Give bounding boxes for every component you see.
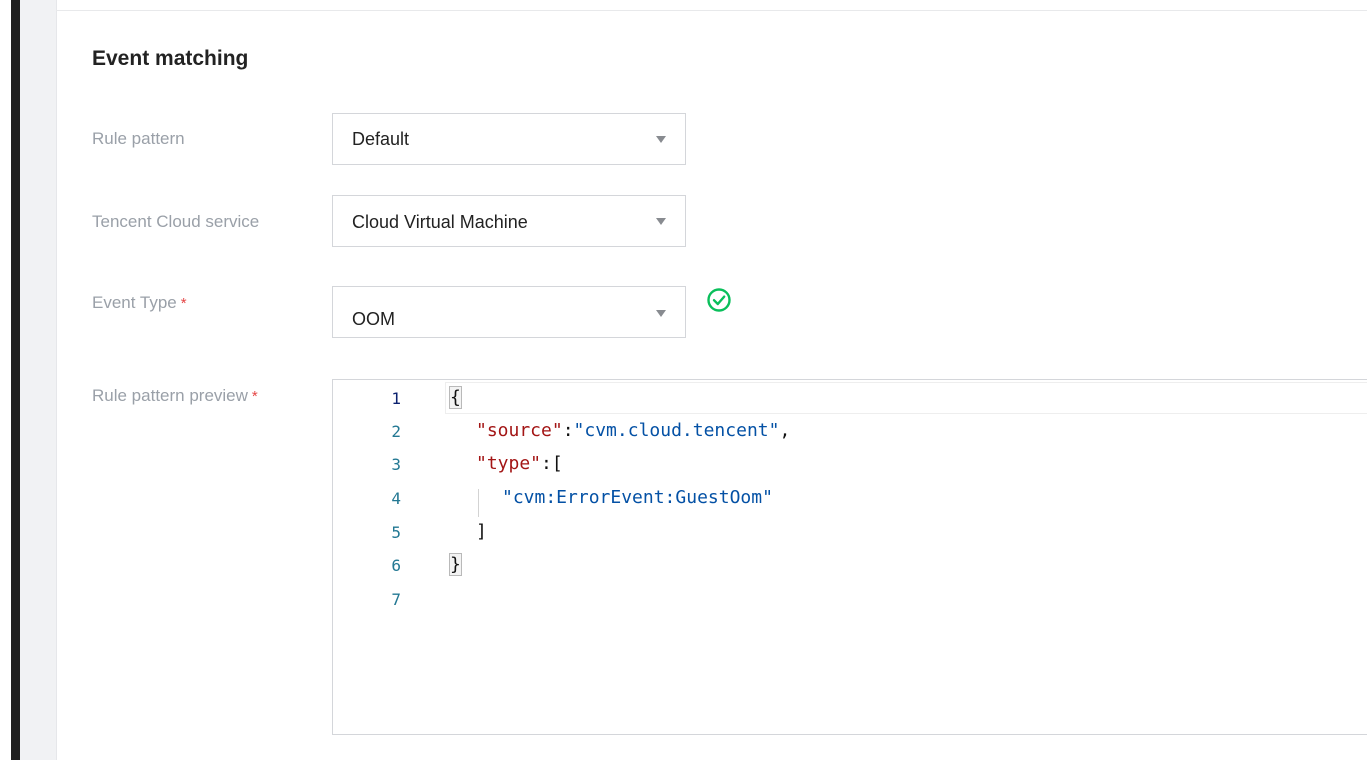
code-line: 7 <box>333 585 1367 618</box>
code-text: ] <box>476 521 487 542</box>
event-type-select[interactable]: OOM <box>332 286 686 338</box>
chevron-down-icon <box>656 310 666 317</box>
code-text: { <box>449 386 462 409</box>
code-text: "type":[ <box>476 453 563 474</box>
line-number: 6 <box>391 556 401 575</box>
event-type-value: OOM <box>352 309 395 329</box>
left-edge-bar <box>11 0 20 760</box>
required-mark: * <box>251 388 258 405</box>
rule-pattern-label: Rule pattern <box>92 129 185 149</box>
close-bracket: ] <box>476 521 487 542</box>
json-string: "cvm.cloud.tencent" <box>573 420 780 441</box>
code-text: } <box>449 553 462 576</box>
code-line: 3 "type":[ <box>333 450 1367 483</box>
json-key: "source" <box>476 420 563 441</box>
code-text: "cvm:ErrorEvent:GuestOom" <box>502 487 773 508</box>
preview-label-text: Rule pattern preview <box>92 386 248 405</box>
chevron-down-icon <box>656 136 666 143</box>
cloud-service-select[interactable]: Cloud Virtual Machine <box>332 195 686 247</box>
required-mark: * <box>180 295 187 312</box>
top-divider <box>56 10 1367 11</box>
code-line: 4 "cvm:ErrorEvent:GuestOom" <box>333 484 1367 517</box>
code-line: 5 ] <box>333 518 1367 551</box>
rule-pattern-select[interactable]: Default <box>332 113 686 165</box>
line-number: 7 <box>391 590 401 609</box>
cloud-service-label: Tencent Cloud service <box>92 212 259 232</box>
line-number: 4 <box>391 489 401 508</box>
indent-guide <box>478 489 479 517</box>
line-number: 5 <box>391 523 401 542</box>
code-line: 2 "source":"cvm.cloud.tencent", <box>333 417 1367 450</box>
line-number: 2 <box>391 422 401 441</box>
rule-pattern-editor[interactable]: 1 { 2 "source":"cvm.cloud.tencent", 3 "t… <box>332 379 1367 735</box>
line-number: 3 <box>391 455 401 474</box>
json-punct: :[ <box>541 453 563 474</box>
code-line: 1 { <box>333 384 1367 417</box>
check-circle-icon <box>707 288 731 312</box>
code-text: "source":"cvm.cloud.tencent", <box>476 420 790 441</box>
json-key: "type" <box>476 453 542 474</box>
json-string: "cvm:ErrorEvent:GuestOom" <box>502 487 773 508</box>
json-punct: : <box>562 420 574 441</box>
event-type-label: Event Type * <box>92 293 187 313</box>
event-type-label-text: Event Type <box>92 293 177 312</box>
line-number: 1 <box>391 389 401 408</box>
rule-pattern-label-text: Rule pattern <box>92 129 185 148</box>
close-brace: } <box>449 553 462 576</box>
cloud-service-value: Cloud Virtual Machine <box>352 212 528 232</box>
left-gutter <box>20 0 57 760</box>
chevron-down-icon <box>656 218 666 225</box>
open-brace: { <box>449 386 462 409</box>
section-title: Event matching <box>92 47 249 70</box>
rule-pattern-value: Default <box>352 129 410 149</box>
cloud-service-label-text: Tencent Cloud service <box>92 212 260 231</box>
code-line: 6 } <box>333 551 1367 584</box>
preview-label: Rule pattern preview * <box>92 386 258 406</box>
json-punct: , <box>779 420 791 441</box>
